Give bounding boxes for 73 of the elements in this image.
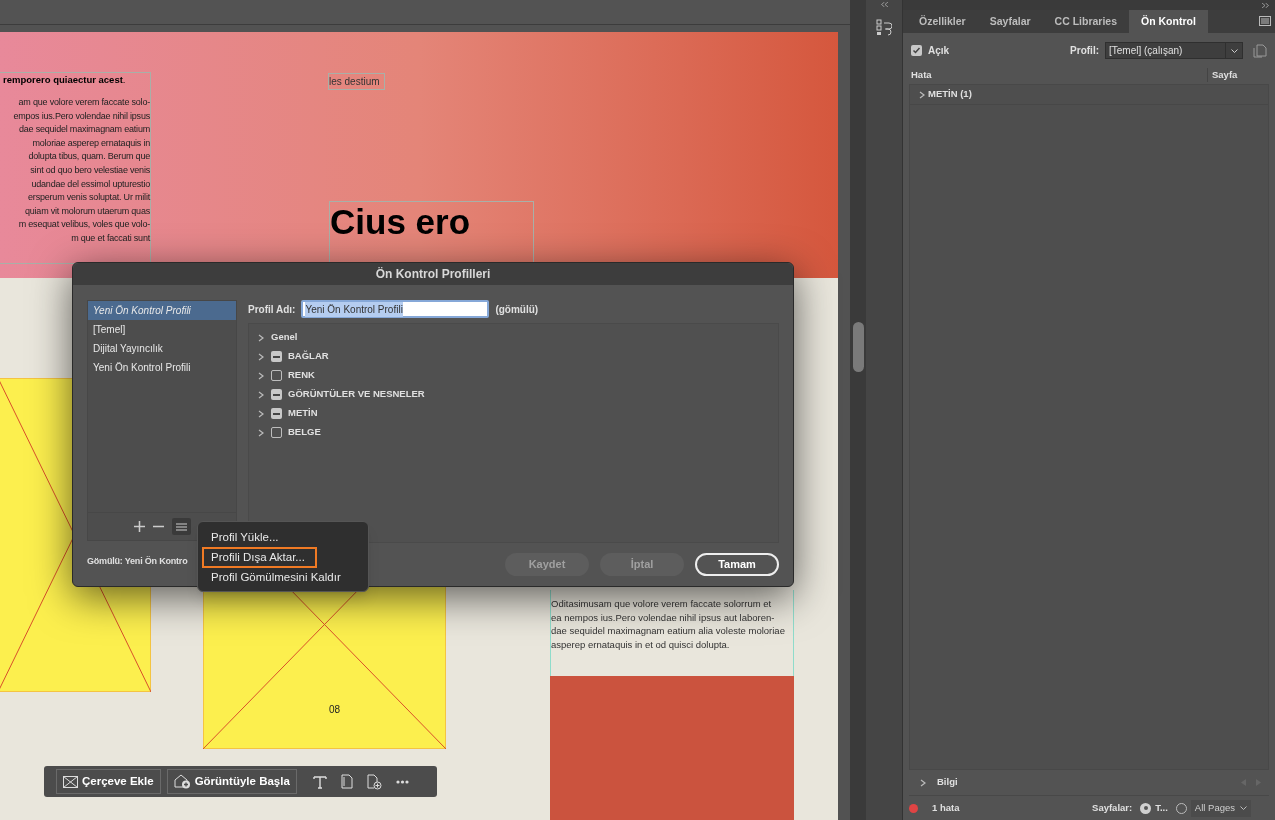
dialog-title: Ön Kontrol Profilleri <box>375 266 491 283</box>
caption-text: les destium <box>328 73 385 90</box>
menu-icon <box>176 522 187 531</box>
page-range-dropdown[interactable]: All Pages <box>1190 799 1251 817</box>
menu-item[interactable]: Profil Yükle... <box>204 529 289 546</box>
image-add-icon <box>173 774 191 789</box>
checkbox[interactable] <box>271 370 282 381</box>
profile-list-item[interactable]: [Temel] <box>88 320 236 339</box>
checkbox-label: Açık <box>928 44 950 58</box>
chevron-right-icon <box>257 352 265 361</box>
menu-button[interactable] <box>172 518 191 535</box>
checkbox[interactable] <box>271 351 282 362</box>
info-section[interactable]: Bilgi <box>937 775 1231 790</box>
embedded-note: (gömülü) <box>495 302 539 317</box>
panel-tab[interactable]: Ön Kontrol <box>1129 10 1208 33</box>
panel-tab[interactable]: CC Libraries <box>1042 10 1129 33</box>
chevron-right-icon <box>257 409 265 418</box>
chevron-down-icon <box>1240 806 1247 810</box>
chevron-right-icon <box>257 333 265 342</box>
panel-menu-icon[interactable] <box>1259 16 1271 26</box>
checkbox[interactable] <box>911 45 922 56</box>
checkbox[interactable] <box>271 389 282 400</box>
profile-list-item[interactable]: Yeni Ön Kontrol Profili <box>88 358 236 377</box>
chevron-right-icon <box>257 371 265 380</box>
chevron-right-icon <box>257 390 265 399</box>
checkbox[interactable] <box>271 408 282 419</box>
chevron-right-icon <box>919 778 927 787</box>
profile-label: Profil: <box>1070 44 1099 58</box>
profile-name-label: Profil Adı: <box>248 302 296 317</box>
body-text: am que volore verem faccate solo- empos ius.Pero volendae nihil ipsus dae sequidel maximagnam eatium moloriae asperep ernataquis in dolupta tibus, quam. Berum que sint od quo bero velestiae venis udandae del essimol upturestio ersperum venis soluptat. Ur milit quiam vit molorum utaerum quas m esequat velibus, voles que volo- m que et faccati sunt <box>12 96 150 245</box>
error-category[interactable]: METİN (1) <box>928 87 972 102</box>
profile-name-field[interactable]: Yeni Ön Kontrol Profili <box>301 300 490 318</box>
profile-dropdown[interactable]: [Temel] (çalışan) <box>1105 42 1243 59</box>
profile-list-item[interactable]: Yeni Ön Kontrol Profili <box>88 301 236 320</box>
text-tool-icon[interactable] <box>312 774 327 789</box>
menu-item[interactable]: Profil Gömülmesini Kaldır <box>204 569 351 586</box>
category-label[interactable]: BAĞLAR <box>288 349 329 364</box>
panel-tab[interactable]: Sayfalar <box>977 10 1043 33</box>
dialog-button[interactable]: Tamam <box>695 553 779 576</box>
embedded-status: Gömülü: Yeni Ön Kontro <box>87 555 188 568</box>
bold-lead-in: remporero quiaectur acest. <box>3 74 126 86</box>
body-text: Oditasimusam que volore verem faccate solorrum et ea nempos ius.Pero volendae nihil ipsus aut laboren- dae sequidel maximagnam eatium alia voleste moloriae asperep ernataquis in et od quisci dolupta. <box>551 597 786 651</box>
error-count: 1 hata <box>932 800 960 815</box>
chevron-right-icon <box>257 428 265 437</box>
headline: Cius ero <box>330 204 471 239</box>
category-label[interactable]: METİN <box>288 406 318 421</box>
expand-icon[interactable] <box>1262 2 1269 8</box>
chevron-right-icon <box>918 90 926 99</box>
preflight-icon[interactable] <box>876 19 892 36</box>
category-label[interactable]: GÖRÜNTÜLER VE NESNELER <box>288 387 425 402</box>
chevron-down-icon <box>1230 48 1238 53</box>
category-label[interactable]: BELGE <box>288 425 321 440</box>
checkbox[interactable] <box>271 427 282 438</box>
collapse-icon[interactable] <box>880 2 888 7</box>
more-icon[interactable] <box>395 779 409 784</box>
column-header: Sayfa <box>1207 68 1267 82</box>
add-page-icon[interactable] <box>366 773 382 790</box>
toolbar-button[interactable]: Görüntüyle Başla <box>166 769 297 794</box>
radio-label: T... <box>1155 800 1168 815</box>
radio-button[interactable] <box>1140 802 1152 814</box>
add-icon[interactable] <box>134 521 145 532</box>
column-header: Hata <box>911 67 933 82</box>
page-number: 08 <box>329 703 341 717</box>
frame-icon <box>63 775 78 788</box>
toolbar-button[interactable]: Çerçeve Ekle <box>56 769 161 794</box>
menu-item[interactable]: Profili Dışa Aktar... <box>204 549 315 566</box>
category-label[interactable]: Genel <box>271 330 298 345</box>
profile-list-item[interactable]: Dijital Yayıncılık <box>88 339 236 358</box>
scroll-thumb[interactable] <box>852 322 864 372</box>
page-icon[interactable] <box>340 774 353 789</box>
panel-tab[interactable]: Özellikler <box>907 10 978 33</box>
category-label[interactable]: RENK <box>288 368 315 383</box>
pages-label: Sayfalar: <box>1092 800 1133 815</box>
